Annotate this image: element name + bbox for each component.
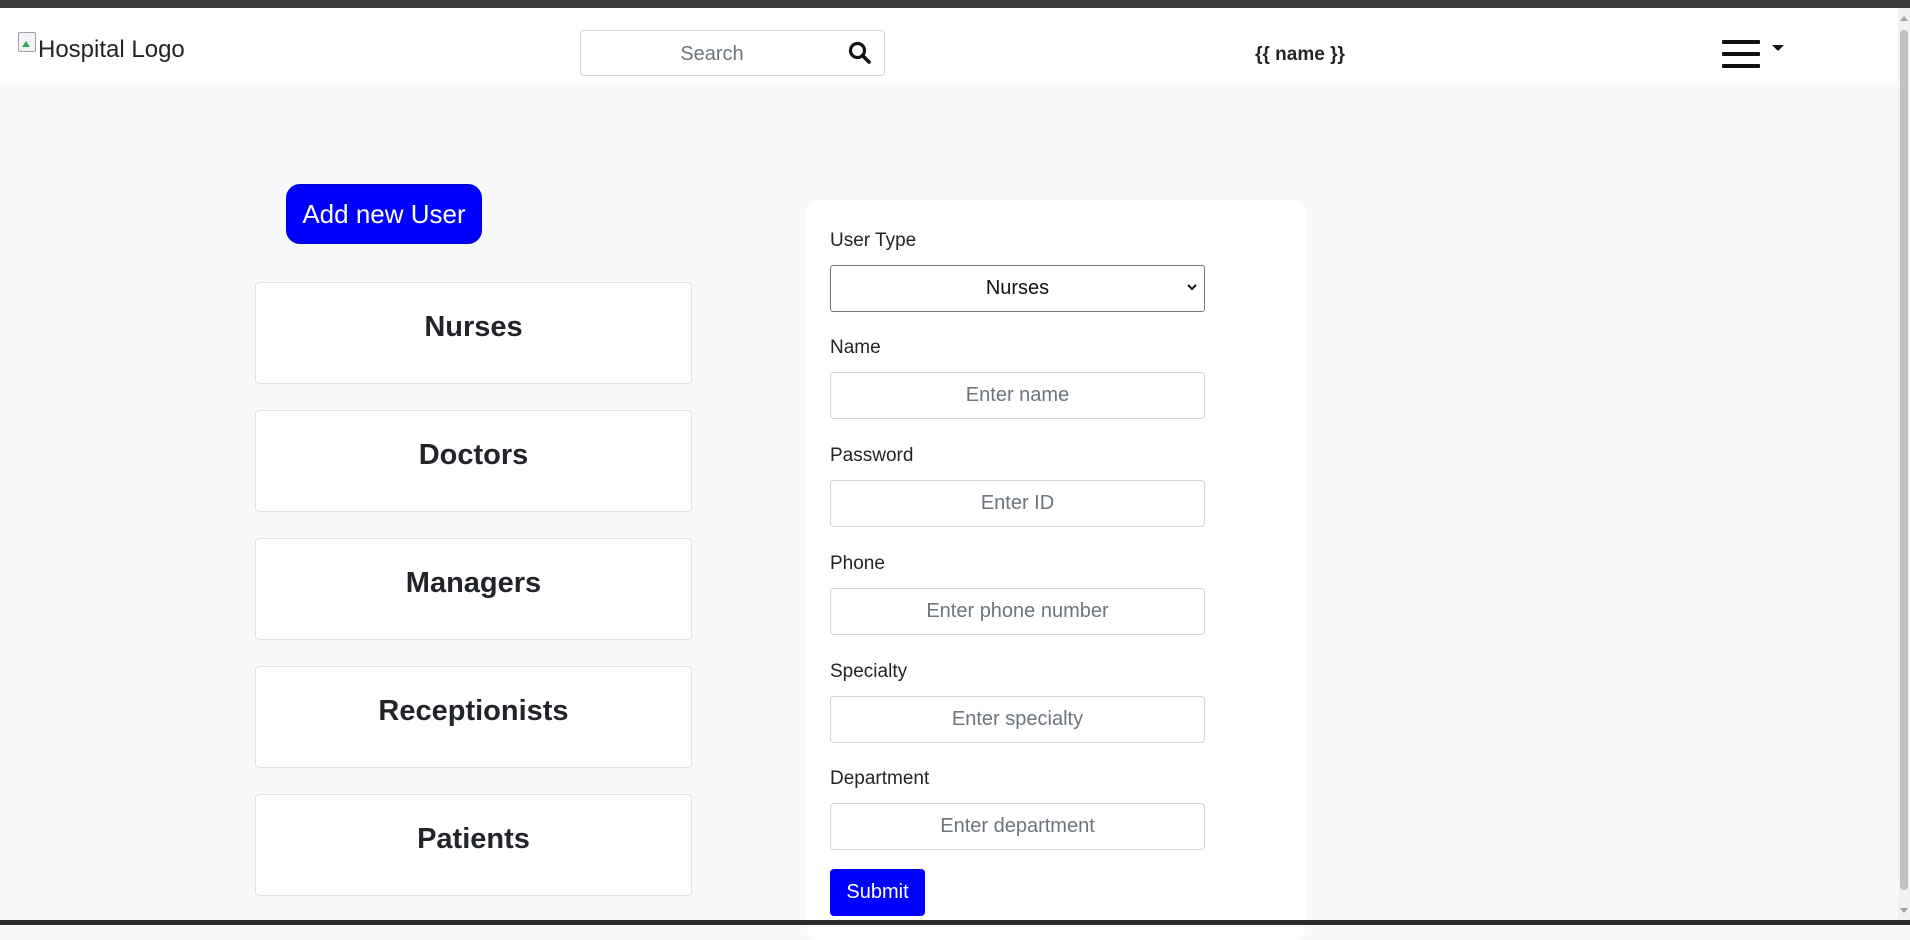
search-bar [580, 30, 885, 77]
password-input[interactable] [830, 480, 1205, 527]
scroll-down-arrow-icon[interactable] [1900, 908, 1908, 913]
specialty-input[interactable] [830, 696, 1205, 743]
password-label: Password [830, 445, 914, 466]
broken-image-icon [18, 32, 36, 52]
window-bottom-bar [0, 920, 1910, 925]
name-input[interactable] [830, 372, 1205, 419]
caret-down-icon [1772, 45, 1784, 51]
phone-label: Phone [830, 553, 885, 574]
search-button[interactable] [845, 38, 875, 68]
user-type-selected-value: Nurses [985, 277, 1050, 299]
navbar: Hospital Logo {{ name }} [0, 8, 1898, 83]
logo-alt-text: Hospital Logo [38, 36, 185, 63]
user-name: {{ name }} [1255, 44, 1345, 65]
user-type-label: User Type [830, 230, 917, 251]
category-card-patients[interactable]: Patients [255, 794, 692, 896]
user-type-select[interactable]: Nurses [830, 265, 1205, 312]
chevron-down-icon [1187, 284, 1197, 291]
submit-button[interactable]: Submit [830, 869, 925, 916]
category-label: Managers [405, 566, 542, 599]
category-label: Patients [417, 822, 530, 855]
category-label: Doctors [418, 438, 529, 471]
window-top-bar [0, 0, 1910, 8]
scroll-up-arrow-icon[interactable] [1900, 16, 1908, 21]
name-label: Name [830, 337, 881, 358]
department-input[interactable] [830, 803, 1205, 850]
hospital-logo[interactable]: Hospital Logo [18, 32, 185, 64]
category-card-doctors[interactable]: Doctors [255, 410, 692, 512]
page-scrollbar[interactable] [1898, 8, 1910, 920]
scrollbar-thumb[interactable] [1900, 30, 1908, 890]
category-label: Nurses [424, 310, 523, 343]
phone-input[interactable] [830, 588, 1205, 635]
specialty-label: Specialty [830, 661, 908, 682]
hamburger-menu-icon [1722, 40, 1760, 70]
add-user-form: User Type Nurses Name Password Phone Spe… [806, 200, 1306, 940]
category-label: Receptionists [378, 694, 569, 727]
add-new-user-button[interactable]: Add new User [286, 184, 482, 244]
menu-dropdown-toggle[interactable] [1720, 36, 1786, 72]
search-input[interactable] [581, 31, 843, 77]
category-card-receptionists[interactable]: Receptionists [255, 666, 692, 768]
category-card-nurses[interactable]: Nurses [255, 282, 692, 384]
category-card-managers[interactable]: Managers [255, 538, 692, 640]
search-icon [848, 41, 871, 64]
department-label: Department [830, 768, 930, 789]
